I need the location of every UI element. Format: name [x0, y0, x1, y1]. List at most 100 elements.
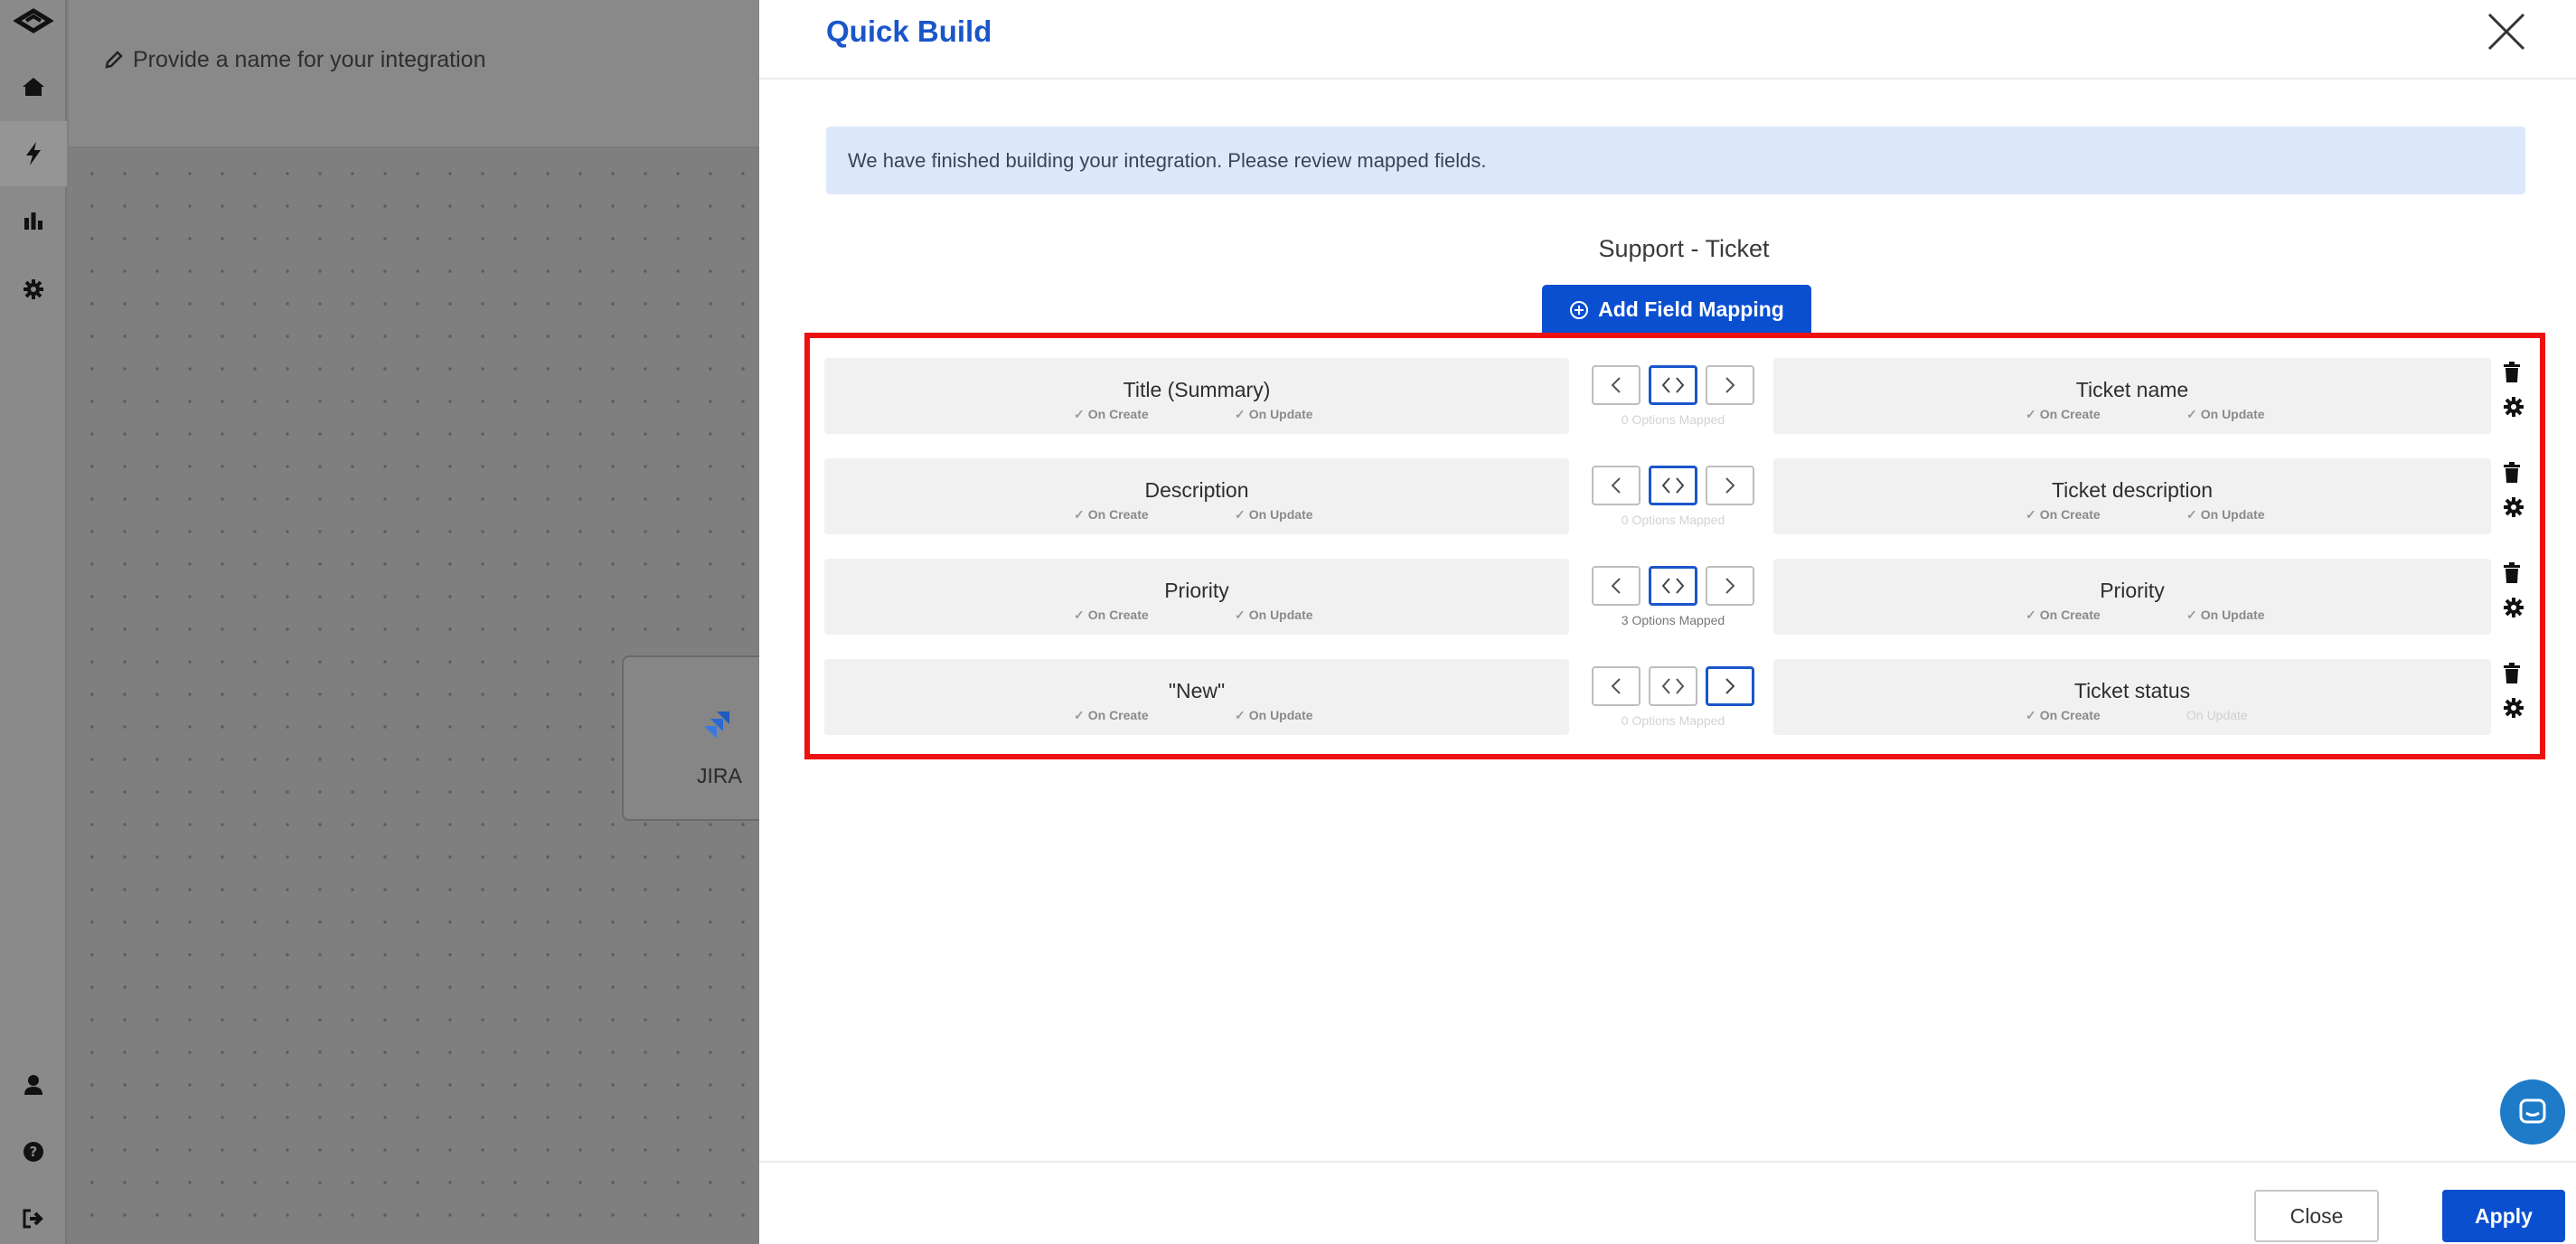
chevron-right-icon	[1725, 578, 1735, 594]
chat-icon	[2519, 1098, 2546, 1124]
on-create-flag[interactable]: ✓ On Create	[1074, 507, 1149, 523]
on-update-flag-disabled[interactable]: On Update	[2186, 708, 2248, 722]
add-field-mapping-button[interactable]: Add Field Mapping	[1542, 285, 1811, 335]
source-field[interactable]: Priority ✓ On Create ✓ On Update	[824, 559, 1569, 635]
sync-right-button[interactable]	[1706, 566, 1754, 606]
check-icon: ✓	[1074, 608, 1085, 622]
on-create-flag[interactable]: ✓ On Create	[2026, 407, 2101, 422]
section-title: Support - Ticket	[1598, 235, 1770, 262]
apply-button[interactable]: Apply	[2442, 1190, 2565, 1242]
close-icon[interactable]	[2486, 11, 2527, 52]
gear-icon[interactable]	[2503, 697, 2524, 719]
bar-chart-icon[interactable]	[0, 188, 67, 253]
on-create-flag[interactable]: ✓ On Create	[1074, 407, 1149, 422]
trash-icon[interactable]	[2503, 562, 2521, 584]
sync-right-button[interactable]	[1706, 666, 1754, 706]
sync-direction-group	[1592, 666, 1754, 706]
close-button[interactable]: Close	[2254, 1190, 2379, 1242]
on-create-flag[interactable]: ✓ On Create	[1074, 708, 1149, 723]
help-icon[interactable]: ?	[0, 1119, 67, 1184]
on-update-flag[interactable]: ✓ On Update	[1235, 407, 1313, 422]
info-message: We have finished building your integrati…	[826, 127, 2525, 194]
on-create-flag[interactable]: ✓ On Create	[2026, 507, 2101, 523]
chevron-right-icon	[1725, 678, 1735, 694]
check-icon: ✓	[1074, 708, 1085, 722]
sync-both-button[interactable]	[1649, 566, 1697, 606]
options-mapped-count[interactable]: 0 Options Mapped	[1592, 412, 1754, 427]
field-mapping-list: Title (Summary) ✓ On Create ✓ On Update 0 …	[804, 333, 2545, 759]
sync-left-button[interactable]	[1592, 566, 1641, 606]
pencil-icon	[105, 51, 123, 69]
row-actions	[2501, 358, 2528, 434]
options-mapped-count[interactable]: 3 Options Mapped	[1592, 613, 1754, 627]
sync-left-button[interactable]	[1592, 466, 1641, 505]
bolt-icon[interactable]	[0, 121, 67, 186]
sync-both-button[interactable]	[1649, 666, 1697, 706]
source-field[interactable]: Description ✓ On Create ✓ On Update	[824, 458, 1569, 534]
mapping-row: "New" ✓ On Create ✓ On Update 0 Options Ma…	[824, 659, 2529, 735]
source-field-name: Priority	[1164, 579, 1229, 602]
check-icon: ✓	[1074, 507, 1085, 522]
on-create-flag[interactable]: ✓ On Create	[1074, 608, 1149, 623]
check-icon: ✓	[1235, 708, 1246, 722]
logout-icon[interactable]	[0, 1186, 67, 1244]
options-mapped-count[interactable]: 0 Options Mapped	[1592, 713, 1754, 728]
chevron-left-icon	[1611, 377, 1621, 393]
source-field-name: "New"	[1168, 679, 1226, 702]
trash-icon[interactable]	[2503, 663, 2521, 684]
row-actions	[2501, 458, 2528, 534]
chevron-left-icon	[1611, 678, 1621, 694]
check-icon: ✓	[1235, 608, 1246, 622]
check-icon: ✓	[2186, 507, 2197, 522]
source-field[interactable]: "New" ✓ On Create ✓ On Update	[824, 659, 1569, 735]
integration-header	[69, 0, 759, 148]
chevrons-both-icon	[1661, 477, 1685, 494]
on-create-flag[interactable]: ✓ On Create	[2026, 608, 2101, 623]
target-field[interactable]: Ticket description ✓ On Create ✓ On Update	[1773, 458, 2491, 534]
modal-footer-divider	[759, 1161, 2576, 1163]
sync-left-button[interactable]	[1592, 365, 1641, 405]
on-update-flag[interactable]: ✓ On Update	[2186, 608, 2265, 623]
source-field-name: Description	[1144, 478, 1249, 502]
mapping-row: Priority ✓ On Create ✓ On Update 3 Options…	[824, 559, 2529, 635]
integration-name-field[interactable]: Provide a name for your integration	[104, 45, 486, 74]
on-create-flag[interactable]: ✓ On Create	[2026, 708, 2101, 723]
integration-name-placeholder: Provide a name for your integration	[133, 46, 486, 72]
chat-launcher-button[interactable]	[2500, 1079, 2565, 1145]
sync-right-button[interactable]	[1706, 365, 1754, 405]
modal-title: Quick Build	[826, 14, 992, 48]
sync-right-button[interactable]	[1706, 466, 1754, 505]
home-icon[interactable]	[0, 54, 67, 119]
logo-icon[interactable]	[0, 0, 67, 42]
on-update-flag[interactable]: ✓ On Update	[1235, 507, 1313, 523]
chevron-right-icon	[1725, 477, 1735, 494]
trash-icon[interactable]	[2503, 362, 2521, 383]
chevron-left-icon	[1611, 578, 1621, 594]
check-icon: ✓	[2026, 407, 2036, 421]
sync-both-button[interactable]	[1649, 365, 1697, 405]
gear-icon[interactable]	[0, 257, 67, 322]
gear-icon[interactable]	[2503, 597, 2524, 618]
check-icon: ✓	[1074, 407, 1085, 421]
source-field[interactable]: Title (Summary) ✓ On Create ✓ On Update	[824, 358, 1569, 434]
gear-icon[interactable]	[2503, 496, 2524, 518]
plus-circle-icon	[1570, 300, 1589, 319]
target-field-name: Priority	[2100, 579, 2165, 602]
row-actions	[2501, 559, 2528, 635]
add-field-mapping-label: Add Field Mapping	[1598, 297, 1784, 321]
on-update-flag[interactable]: ✓ On Update	[2186, 507, 2265, 523]
user-icon[interactable]	[0, 1052, 67, 1117]
target-field[interactable]: Ticket status ✓ On Create On Update	[1773, 659, 2491, 735]
mapping-row: Description ✓ On Create ✓ On Update 0 Opti…	[824, 458, 2529, 534]
sync-left-button[interactable]	[1592, 666, 1641, 706]
on-update-flag[interactable]: ✓ On Update	[2186, 407, 2265, 422]
sync-both-button[interactable]	[1649, 466, 1697, 505]
target-field[interactable]: Priority ✓ On Create ✓ On Update	[1773, 559, 2491, 635]
on-update-flag[interactable]: ✓ On Update	[1235, 608, 1313, 623]
options-mapped-count[interactable]: 0 Options Mapped	[1592, 513, 1754, 527]
target-field[interactable]: Ticket name ✓ On Create ✓ On Update	[1773, 358, 2491, 434]
gear-icon[interactable]	[2503, 396, 2524, 418]
chevrons-both-icon	[1661, 578, 1685, 594]
trash-icon[interactable]	[2503, 462, 2521, 484]
on-update-flag[interactable]: ✓ On Update	[1235, 708, 1313, 723]
